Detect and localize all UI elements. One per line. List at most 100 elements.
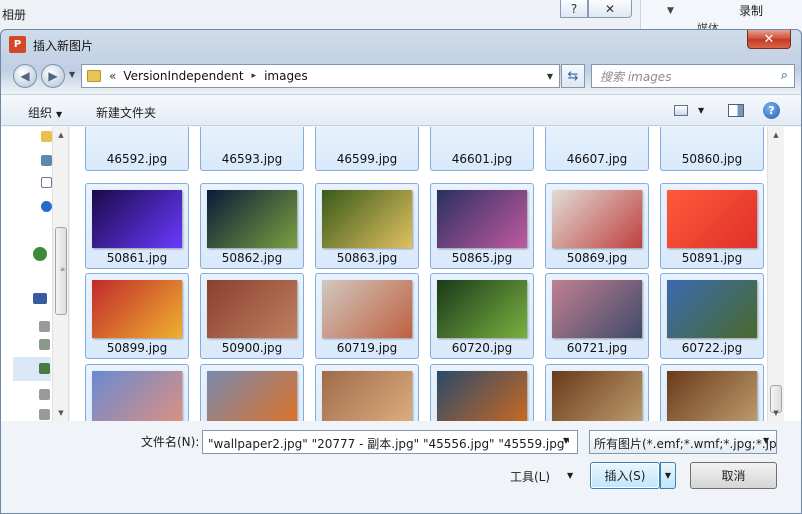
file-tile[interactable]: 50869.jpg bbox=[545, 183, 649, 269]
background-ribbon: ▼ 录制 媒体 bbox=[640, 0, 802, 35]
nav-documents-icon[interactable] bbox=[41, 177, 52, 188]
file-name: 50863.jpg bbox=[336, 251, 398, 265]
file-scroll-down-icon[interactable]: ▼ bbox=[768, 405, 784, 421]
organize-button[interactable]: 组织 ▼ bbox=[28, 104, 62, 121]
nav-homegroup-icon[interactable] bbox=[33, 247, 47, 261]
file-tile[interactable]: wallpaper.jpg bbox=[545, 364, 649, 421]
file-tile[interactable]: 46601.jpg bbox=[430, 127, 534, 171]
file-tile[interactable]: 60719.jpg bbox=[315, 273, 419, 359]
file-tile[interactable]: 50865.jpg bbox=[430, 183, 534, 269]
insert-button[interactable]: 插入(S) bbox=[590, 462, 660, 489]
dialog-titlebar[interactable]: P 插入新图片 ✕ bbox=[1, 30, 801, 58]
file-list: 46592.jpg 46593.jpg 46599.jpg 46601.jpg 4660… bbox=[70, 127, 801, 421]
address-dropdown-icon[interactable]: ▼ bbox=[541, 65, 559, 87]
file-tile[interactable]: 46607.jpg bbox=[545, 127, 649, 171]
background-window-title: 相册 bbox=[2, 8, 27, 22]
file-tile[interactable]: 50899.jpg bbox=[85, 273, 189, 359]
view-options-caret-icon[interactable]: ▼ bbox=[698, 106, 704, 115]
forward-button[interactable]: ▶ bbox=[41, 64, 65, 88]
nav-folder-icon[interactable] bbox=[41, 131, 52, 142]
file-name: 60720.jpg bbox=[451, 341, 513, 355]
nav-computer-icon[interactable] bbox=[33, 293, 47, 304]
breadcrumb-overflow[interactable]: « bbox=[109, 69, 116, 83]
file-list-scrollbar[interactable]: ▲ ▼ bbox=[767, 127, 784, 421]
file-tile[interactable]: 50862.jpg bbox=[200, 183, 304, 269]
recent-locations-dropdown-icon[interactable]: ▼ bbox=[69, 70, 75, 79]
file-tile[interactable]: 50891.jpg bbox=[660, 183, 764, 269]
tools-button[interactable]: 工具(L) bbox=[510, 468, 550, 485]
dialog-close-button[interactable]: ✕ bbox=[747, 30, 791, 49]
back-button[interactable]: ◀ bbox=[13, 64, 37, 88]
background-help-button[interactable]: ? bbox=[560, 0, 588, 18]
organize-label: 组织 bbox=[28, 106, 53, 120]
file-tile[interactable]: 60722.jpg bbox=[660, 273, 764, 359]
file-thumbnail bbox=[552, 190, 642, 248]
breadcrumb-images[interactable]: images bbox=[264, 69, 308, 83]
search-input[interactable]: 搜索 images ⌕ bbox=[591, 64, 795, 88]
background-window-controls: ? ✕ bbox=[560, 0, 632, 20]
refresh-icon: ⇆ bbox=[567, 68, 579, 84]
file-tile[interactable]: 60723.jpg bbox=[85, 364, 189, 421]
filename-input[interactable]: "wallpaper2.jpg" "20777 - 副本.jpg" "45556… bbox=[202, 430, 578, 454]
background-close-button[interactable]: ✕ bbox=[588, 0, 632, 18]
file-tile[interactable]: 50861.jpg bbox=[85, 183, 189, 269]
search-icon[interactable]: ⌕ bbox=[781, 68, 788, 83]
file-tile[interactable]: 60720.jpg bbox=[430, 273, 534, 359]
file-tile[interactable]: 50863.jpg bbox=[315, 183, 419, 269]
folder-icon bbox=[87, 70, 101, 82]
filename-label: 文件名(N): bbox=[141, 435, 200, 449]
cancel-button[interactable]: 取消 bbox=[690, 462, 777, 489]
refresh-button[interactable]: ⇆ bbox=[561, 64, 585, 88]
file-tile[interactable]: wallpaper2.jpg bbox=[660, 364, 764, 421]
nav-drive-icon[interactable] bbox=[39, 321, 50, 332]
nav-pictures-icon[interactable] bbox=[41, 155, 52, 166]
ribbon-dropdown-icon[interactable]: ▼ bbox=[667, 6, 674, 16]
file-tile[interactable]: 60724.jpg bbox=[200, 364, 304, 421]
file-name: 60719.jpg bbox=[336, 341, 398, 355]
nav-music-icon[interactable] bbox=[41, 201, 52, 212]
file-type-select[interactable]: 所有图片(*.emf;*.wmf;*.jpg;*.jp bbox=[589, 430, 777, 454]
file-tile[interactable]: 50860.jpg bbox=[660, 127, 764, 171]
nav-scroll-down-icon[interactable]: ▼ bbox=[53, 405, 68, 421]
file-thumbnail bbox=[437, 190, 527, 248]
file-name: 46601.jpg bbox=[451, 152, 513, 166]
file-tile[interactable]: 46593.jpg bbox=[200, 127, 304, 171]
file-tile[interactable]: 46599.jpg bbox=[315, 127, 419, 171]
nav-scroll-thumb[interactable]: ≡ bbox=[55, 227, 67, 315]
new-folder-button[interactable]: 新建文件夹 bbox=[96, 104, 156, 121]
filename-dropdown-icon[interactable]: ▼ bbox=[563, 436, 569, 445]
help-icon[interactable]: ? bbox=[763, 102, 780, 119]
file-thumbnail bbox=[207, 371, 297, 421]
file-scroll-up-icon[interactable]: ▲ bbox=[768, 127, 784, 143]
scroll-grip-icon: ≡ bbox=[60, 266, 66, 273]
nav-scroll-up-icon[interactable]: ▲ bbox=[53, 127, 68, 143]
address-bar[interactable]: « VersionIndependent ▸ images ▼ bbox=[81, 64, 560, 88]
file-type-dropdown-icon[interactable]: ▼ bbox=[763, 436, 769, 445]
nav-drive-icon[interactable] bbox=[39, 363, 50, 374]
nav-drive-icon[interactable] bbox=[39, 409, 50, 420]
insert-picture-dialog: P 插入新图片 ✕ ◀ ▶ ▼ « VersionIndependent ▸ i… bbox=[0, 29, 802, 514]
file-name: 46599.jpg bbox=[336, 152, 398, 166]
file-tile[interactable]: 50900.jpg bbox=[200, 273, 304, 359]
change-view-icon[interactable] bbox=[674, 105, 688, 116]
file-name: 46592.jpg bbox=[106, 152, 168, 166]
nav-drive-icon[interactable] bbox=[39, 389, 50, 400]
insert-options-dropdown[interactable]: ▼ bbox=[660, 462, 676, 489]
file-name: 50869.jpg bbox=[566, 251, 628, 265]
tools-caret-icon[interactable]: ▼ bbox=[567, 471, 573, 480]
file-tile[interactable]: 60721.jpg bbox=[545, 273, 649, 359]
breadcrumb-separator-icon[interactable]: ▸ bbox=[252, 71, 257, 81]
nav-scrollbar[interactable]: ▲ ≡ ▼ bbox=[52, 127, 68, 421]
file-tile[interactable]: 60725.jpg bbox=[315, 364, 419, 421]
forward-arrow-icon: ▶ bbox=[48, 69, 58, 83]
breadcrumb-versionindependent[interactable]: VersionIndependent bbox=[123, 69, 243, 83]
preview-pane-icon[interactable] bbox=[728, 104, 744, 117]
file-tile[interactable]: 46592.jpg bbox=[85, 127, 189, 171]
file-thumbnail bbox=[322, 371, 412, 421]
file-thumbnail bbox=[92, 190, 182, 248]
file-thumbnail bbox=[322, 190, 412, 248]
nav-drive-icon[interactable] bbox=[39, 339, 50, 350]
file-tile[interactable]: 60726.jpg bbox=[430, 364, 534, 421]
file-name: 50861.jpg bbox=[106, 251, 168, 265]
ribbon-record-label[interactable]: 录制 bbox=[739, 2, 763, 19]
